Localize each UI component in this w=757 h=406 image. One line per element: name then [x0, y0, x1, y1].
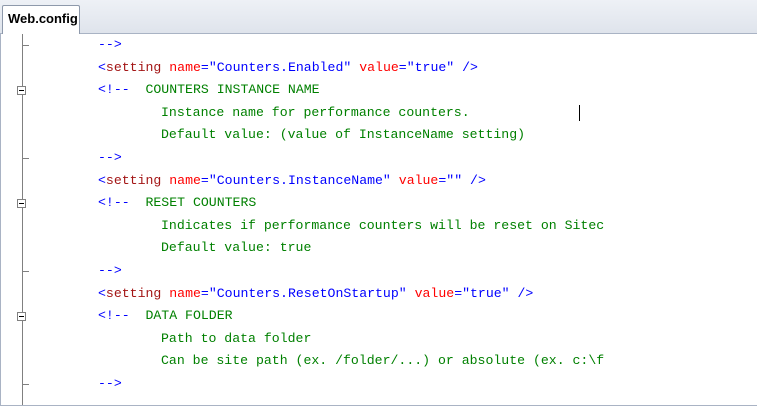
code-line: -->: [0, 34, 757, 57]
attribute-equals: =: [398, 59, 407, 75]
tag-close: />: [470, 172, 486, 188]
code-line: Instance name for performance counters.: [0, 102, 757, 125]
code-line: -->: [0, 373, 757, 396]
comment-start-token: <!--: [98, 308, 130, 324]
tag-bracket: <: [98, 59, 106, 75]
code-text: -->: [98, 375, 122, 393]
comment-text: Indicates if performance counters will b…: [161, 217, 605, 233]
code-line: Path to data folder: [0, 328, 757, 351]
code-line: Default value: true: [0, 237, 757, 260]
attribute-name: value: [414, 285, 455, 301]
tag-close: />: [462, 59, 478, 75]
comment-text: Can be site path (ex. /folder/...) or ab…: [161, 353, 605, 369]
element-name: setting: [105, 172, 162, 188]
code-line: Can be site path (ex. /folder/...) or ab…: [0, 350, 757, 373]
collapse-region-icon[interactable]: [17, 312, 26, 322]
code-line: <!-- RESET COUNTERS: [0, 192, 757, 215]
code-text: Instance name for performance counters.: [161, 104, 470, 122]
code-text: -->: [98, 262, 122, 280]
code-line: <!-- DATA FOLDER: [0, 305, 757, 328]
comment-text: RESET COUNTERS: [129, 195, 257, 211]
code-text: Can be site path (ex. /folder/...) or ab…: [161, 352, 604, 370]
region-end-marker: [22, 158, 29, 159]
document-tab-strip: Web.config: [0, 0, 757, 34]
tag-bracket: <: [98, 172, 106, 188]
element-name: setting: [105, 59, 162, 75]
code-line: <setting name="Counters.ResetOnStartup" …: [0, 283, 757, 306]
attribute-equals: =: [200, 59, 209, 75]
comment-end-token: -->: [98, 37, 122, 52]
attribute-value: "Counters.InstanceName": [208, 172, 391, 188]
code-editor[interactable]: --> <setting name="Counters.Enabled" valu…: [0, 34, 757, 406]
comment-text: Default value: (value of InstanceName se…: [161, 127, 526, 143]
element-name: setting: [105, 285, 162, 301]
code-text: -->: [98, 149, 122, 167]
code-line: -->: [0, 260, 757, 283]
region-end-marker: [22, 384, 29, 385]
attribute-value: "": [446, 172, 463, 188]
text-caret: [579, 104, 580, 121]
comment-text: Default value: true: [161, 240, 312, 256]
code-text: Default value: (value of InstanceName se…: [161, 126, 525, 144]
tag-bracket: <: [98, 285, 106, 301]
comment-start-token: <!--: [98, 82, 130, 98]
code-line: -->: [0, 147, 757, 170]
comment-text: Path to data folder: [161, 330, 312, 346]
code-text: <setting name="Counters.ResetOnStartup" …: [98, 285, 533, 303]
code-line: <setting name="Counters.InstanceName" va…: [0, 170, 757, 193]
tab-web-config[interactable]: Web.config: [2, 5, 80, 34]
comment-end-token: -->: [98, 150, 122, 165]
code-text: <!-- COUNTERS INSTANCE NAME: [98, 81, 320, 99]
code-text: <!-- DATA FOLDER: [98, 307, 233, 325]
attribute-name: name: [169, 285, 201, 301]
attribute-value: "Counters.ResetOnStartup": [208, 285, 407, 301]
tag-close: />: [517, 285, 534, 301]
attribute-equals: =: [200, 285, 209, 301]
attribute-value: "Counters.Enabled": [208, 59, 352, 75]
code-line: Indicates if performance counters will b…: [0, 215, 757, 238]
code-text: <!-- RESET COUNTERS: [98, 194, 256, 212]
attribute-name: value: [398, 172, 439, 188]
code-text: -->: [98, 36, 122, 54]
collapse-region-icon[interactable]: [17, 86, 26, 96]
attribute-value: "true": [462, 285, 510, 301]
code-text: <setting name="Counters.Enabled" value="…: [98, 59, 478, 77]
attribute-equals: =: [454, 285, 463, 301]
comment-text: DATA FOLDER: [129, 308, 233, 324]
code-line: <!-- COUNTERS INSTANCE NAME: [0, 79, 757, 102]
attribute-value: "true": [406, 59, 455, 75]
collapse-region-icon[interactable]: [17, 199, 26, 209]
region-end-marker: [22, 45, 29, 46]
code-text: <setting name="Counters.InstanceName" va…: [98, 172, 486, 190]
attribute-name: name: [169, 59, 201, 75]
code-text: Indicates if performance counters will b…: [161, 217, 604, 235]
comment-text: COUNTERS INSTANCE NAME: [129, 82, 320, 98]
code-line: Default value: (value of InstanceName se…: [0, 124, 757, 147]
attribute-name: value: [359, 59, 399, 75]
code-text: Path to data folder: [161, 330, 311, 348]
attribute-equals: =: [200, 172, 209, 188]
code-text: Default value: true: [161, 239, 311, 257]
code-line: <setting name="Counters.Enabled" value="…: [0, 57, 757, 80]
region-end-marker: [22, 271, 29, 272]
comment-end-token: -->: [98, 376, 122, 391]
comment-text: Instance name for performance counters.: [161, 104, 470, 120]
attribute-name: name: [169, 172, 201, 188]
comment-start-token: <!--: [98, 195, 130, 211]
comment-end-token: -->: [98, 263, 122, 278]
